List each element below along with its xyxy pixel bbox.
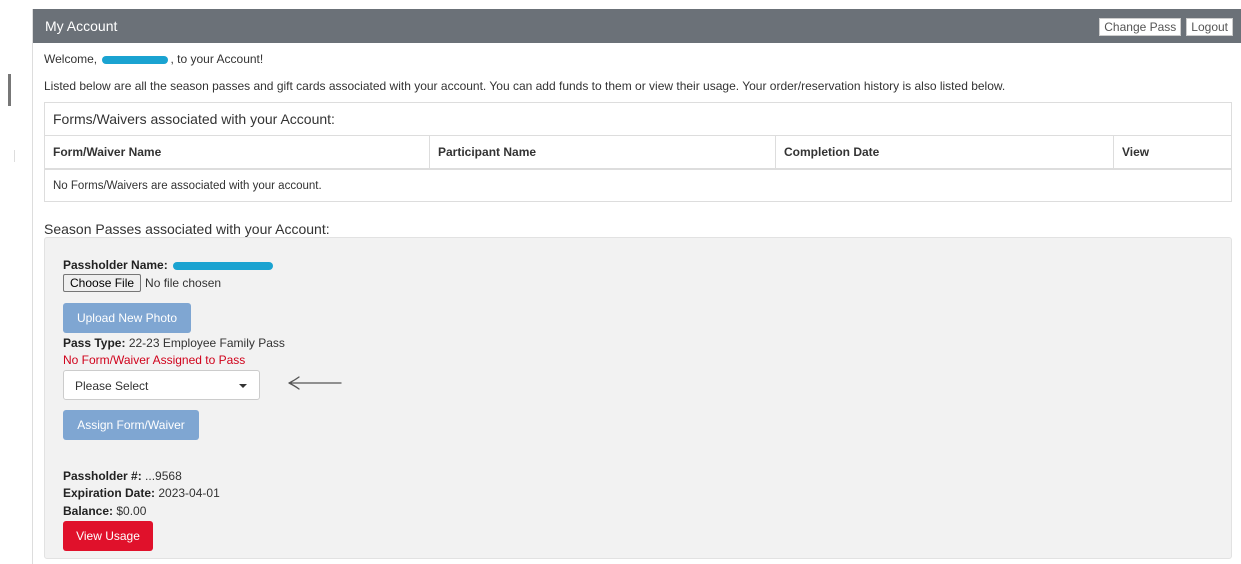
empty-forms-message: No Forms/Waivers are associated with you… xyxy=(53,179,322,192)
no-file-text: No file chosen xyxy=(145,276,222,290)
chevron-down-icon xyxy=(239,384,247,388)
column-participant-name: Participant Name xyxy=(429,135,776,170)
balance-value: $0.00 xyxy=(116,504,147,518)
select-value: Please Select xyxy=(75,379,149,393)
welcome-message: Welcome, , to your Account! xyxy=(44,52,263,66)
passholder-number-label: Passholder #: xyxy=(63,469,142,483)
welcome-suffix: , to your Account! xyxy=(170,52,264,66)
panel-header: My Account Change Pass Logout xyxy=(33,9,1241,43)
expiration-date-label: Expiration Date: xyxy=(63,486,156,500)
redacted-passholder-name xyxy=(173,261,274,270)
left-divider xyxy=(10,150,15,162)
welcome-prefix: Welcome, xyxy=(44,52,98,66)
choose-file-button[interactable]: Choose File xyxy=(63,274,142,292)
passholder-number: Passholder #: ...9568 xyxy=(63,469,182,483)
column-form-waiver-name: Form/Waiver Name xyxy=(45,135,430,170)
left-scroll-marker xyxy=(8,74,11,106)
passholder-number-value: ...9568 xyxy=(145,469,182,483)
passholder-name-label: Passholder Name: xyxy=(63,258,168,272)
pass-type: Pass Type: 22-23 Employee Family Pass xyxy=(63,336,285,350)
form-waiver-select[interactable]: Please Select xyxy=(63,370,260,400)
page-title: My Account xyxy=(45,18,118,34)
balance-label: Balance: xyxy=(63,504,114,518)
assign-form-waiver-button[interactable]: Assign Form/Waiver xyxy=(63,410,199,440)
header-actions: Change Pass Logout xyxy=(1099,18,1233,36)
balance: Balance: $0.00 xyxy=(63,504,146,518)
table-row: No Forms/Waivers are associated with you… xyxy=(45,169,1231,201)
logout-button[interactable]: Logout xyxy=(1186,18,1233,36)
view-usage-button[interactable]: View Usage xyxy=(63,521,153,551)
table-header-row: Form/Waiver Name Participant Name Comple… xyxy=(45,135,1231,170)
expiration-date-value: 2023-04-01 xyxy=(158,486,220,500)
pass-type-label: Pass Type: xyxy=(63,336,126,350)
pass-type-value: 22-23 Employee Family Pass xyxy=(128,336,285,350)
forms-section-title: Forms/Waivers associated with your Accou… xyxy=(53,111,335,127)
no-form-warning: No Form/Waiver Assigned to Pass xyxy=(63,353,246,367)
upload-photo-button[interactable]: Upload New Photo xyxy=(63,303,191,333)
photo-file-input: Choose File No file chosen xyxy=(63,274,221,292)
forms-waivers-section: Forms/Waivers associated with your Accou… xyxy=(44,102,1232,202)
column-completion-date: Completion Date xyxy=(775,135,1114,170)
expiration-date: Expiration Date: 2023-04-01 xyxy=(63,486,220,500)
redacted-username xyxy=(102,55,169,64)
column-view: View xyxy=(1113,135,1231,170)
season-passes-title: Season Passes associated with your Accou… xyxy=(44,221,330,237)
season-pass-card: Passholder Name: Choose File No file cho… xyxy=(44,237,1232,559)
forms-table: Form/Waiver Name Participant Name Comple… xyxy=(45,135,1231,201)
change-pass-button[interactable]: Change Pass xyxy=(1099,18,1182,36)
intro-text: Listed below are all the season passes a… xyxy=(44,79,1006,93)
arrow-left-icon xyxy=(288,376,342,390)
passholder-name: Passholder Name: xyxy=(63,258,275,272)
